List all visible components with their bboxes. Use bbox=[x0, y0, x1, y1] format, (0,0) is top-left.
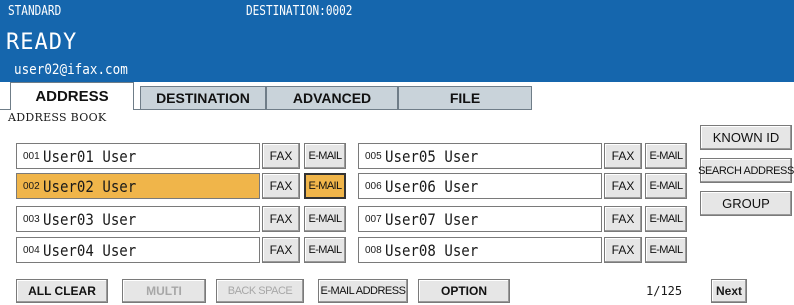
address-entry-001[interactable]: 001 User01 User bbox=[16, 143, 260, 169]
entry-number: 006 bbox=[365, 181, 382, 192]
option-button[interactable]: OPTION bbox=[418, 279, 510, 303]
email-button-004[interactable]: E-MAIL bbox=[304, 237, 346, 263]
page-indicator: 1/125 bbox=[646, 284, 683, 298]
entry-name: User06 User bbox=[385, 177, 479, 196]
entry-number: 002 bbox=[23, 181, 40, 192]
address-entry-005[interactable]: 005 User05 User bbox=[358, 143, 602, 169]
email-button-008[interactable]: E-MAIL bbox=[645, 237, 687, 263]
next-page-button[interactable]: Next bbox=[711, 279, 747, 303]
tab-bar: ADDRESS DESTINATION ADVANCED FILE bbox=[0, 82, 794, 110]
email-button-006[interactable]: E-MAIL bbox=[645, 173, 687, 199]
tab-file[interactable]: FILE bbox=[398, 86, 532, 110]
entry-name: User08 User bbox=[385, 241, 479, 260]
machine-status: READY bbox=[6, 30, 78, 55]
search-address-button[interactable]: SEARCH ADDRESS bbox=[698, 158, 794, 183]
entry-name: User02 User bbox=[43, 177, 137, 196]
fax-button-001[interactable]: FAX bbox=[262, 143, 300, 169]
address-entry-008[interactable]: 008 User08 User bbox=[358, 237, 602, 263]
address-book-label: ADDRESS BOOK bbox=[8, 111, 107, 124]
all-clear-button[interactable]: ALL CLEAR bbox=[16, 279, 108, 303]
entry-number: 003 bbox=[23, 214, 40, 225]
status-header: STANDARD DESTINATION:0002 READY user02@i… bbox=[0, 0, 794, 82]
entry-number: 005 bbox=[365, 151, 382, 162]
mode-label: STANDARD bbox=[8, 4, 62, 19]
fax-button-005[interactable]: FAX bbox=[604, 143, 642, 169]
email-address-button[interactable]: E-MAIL ADDRESS bbox=[318, 279, 408, 303]
address-entry-007[interactable]: 007 User07 User bbox=[358, 206, 602, 232]
entry-name: User03 User bbox=[43, 210, 137, 229]
address-entry-002[interactable]: 002 User02 User bbox=[16, 173, 260, 199]
fax-button-008[interactable]: FAX bbox=[604, 237, 642, 263]
known-id-button[interactable]: KNOWN ID bbox=[700, 125, 792, 150]
fax-button-003[interactable]: FAX bbox=[262, 206, 300, 232]
entry-number: 001 bbox=[23, 151, 40, 162]
email-button-005[interactable]: E-MAIL bbox=[645, 143, 687, 169]
multi-button[interactable]: MULTI bbox=[122, 279, 206, 303]
entry-number: 007 bbox=[365, 214, 382, 225]
entry-name: User07 User bbox=[385, 210, 479, 229]
back-space-button[interactable]: BACK SPACE bbox=[216, 279, 304, 303]
entry-name: User04 User bbox=[43, 241, 137, 260]
entry-number: 004 bbox=[23, 245, 40, 256]
group-button[interactable]: GROUP bbox=[700, 191, 792, 216]
address-entry-003[interactable]: 003 User03 User bbox=[16, 206, 260, 232]
address-entry-004[interactable]: 004 User04 User bbox=[16, 237, 260, 263]
sender-address: user02@ifax.com bbox=[14, 62, 128, 78]
email-button-007[interactable]: E-MAIL bbox=[645, 206, 687, 232]
tab-address[interactable]: ADDRESS bbox=[10, 82, 134, 110]
address-entry-006[interactable]: 006 User06 User bbox=[358, 173, 602, 199]
tab-destination[interactable]: DESTINATION bbox=[140, 86, 266, 110]
fax-button-004[interactable]: FAX bbox=[262, 237, 300, 263]
email-button-003[interactable]: E-MAIL bbox=[304, 206, 346, 232]
entry-name: User05 User bbox=[385, 147, 479, 166]
destination-count: DESTINATION:0002 bbox=[246, 4, 353, 19]
email-button-001[interactable]: E-MAIL bbox=[304, 143, 346, 169]
entry-name: User01 User bbox=[43, 147, 137, 166]
fax-button-002[interactable]: FAX bbox=[262, 173, 300, 199]
email-button-002[interactable]: E-MAIL bbox=[304, 173, 346, 199]
entry-number: 008 bbox=[365, 245, 382, 256]
fax-button-007[interactable]: FAX bbox=[604, 206, 642, 232]
tab-advanced[interactable]: ADVANCED bbox=[266, 86, 398, 110]
fax-button-006[interactable]: FAX bbox=[604, 173, 642, 199]
